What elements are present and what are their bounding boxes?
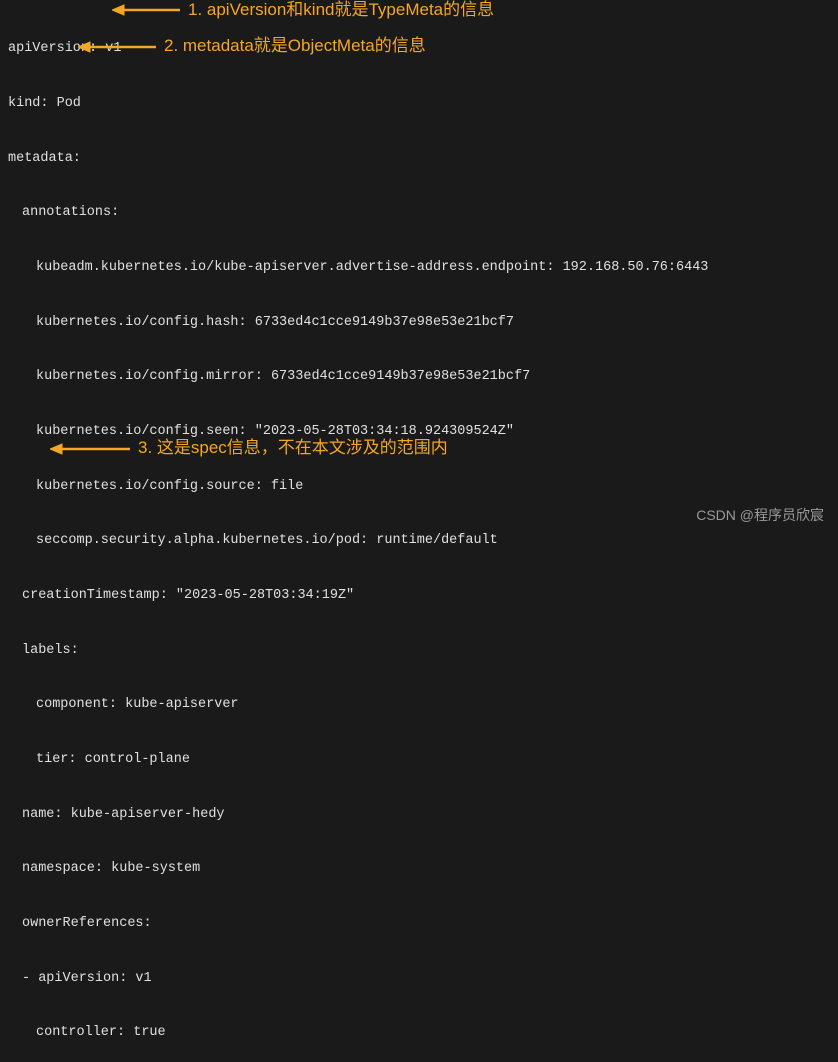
yaml-text: ownerReferences: <box>22 916 152 931</box>
yaml-line: namespace: kube-system <box>8 860 838 878</box>
yaml-text: - apiVersion: v1 <box>22 971 152 986</box>
yaml-code-block: apiVersion: v1 kind: Pod metadata: annot… <box>8 4 838 1062</box>
yaml-text: seccomp.security.alpha.kubernetes.io/pod… <box>36 533 498 548</box>
yaml-text: tier: control-plane <box>36 752 190 767</box>
yaml-line: kubernetes.io/config.source: file <box>8 478 838 496</box>
yaml-line: labels: <box>8 642 838 660</box>
yaml-line: creationTimestamp: "2023-05-28T03:34:19Z… <box>8 587 838 605</box>
yaml-text: annotations: <box>22 205 119 220</box>
yaml-line: component: kube-apiserver <box>8 696 838 714</box>
yaml-text: kind: Pod <box>8 96 81 111</box>
arrow-icon <box>50 442 130 456</box>
yaml-line: metadata: <box>8 150 838 168</box>
yaml-line: kubeadm.kubernetes.io/kube-apiserver.adv… <box>8 259 838 277</box>
yaml-line: kubernetes.io/config.mirror: 6733ed4c1cc… <box>8 368 838 386</box>
watermark-text: CSDN @程序员欣宸 <box>696 506 824 525</box>
annotation-spec: 3. 这是spec信息，不在本文涉及的范围内 <box>138 437 448 460</box>
yaml-line: annotations: <box>8 204 838 222</box>
arrow-icon <box>78 40 156 54</box>
yaml-line: name: kube-apiserver-hedy <box>8 806 838 824</box>
yaml-text: kubernetes.io/config.hash: 6733ed4c1cce9… <box>36 315 514 330</box>
yaml-text: labels: <box>22 643 79 658</box>
yaml-line: kind: Pod <box>8 95 838 113</box>
yaml-line: controller: true <box>8 1024 838 1042</box>
yaml-line: tier: control-plane <box>8 751 838 769</box>
yaml-line: ownerReferences: <box>8 915 838 933</box>
yaml-text: kubeadm.kubernetes.io/kube-apiserver.adv… <box>36 260 708 275</box>
yaml-text: component: kube-apiserver <box>36 697 239 712</box>
yaml-line: kubernetes.io/config.hash: 6733ed4c1cce9… <box>8 314 838 332</box>
yaml-text: creationTimestamp: "2023-05-28T03:34:19Z… <box>22 588 354 603</box>
yaml-text: metadata: <box>8 151 81 166</box>
yaml-line: seccomp.security.alpha.kubernetes.io/pod… <box>8 532 838 550</box>
annotation-objectmeta: 2. metadata就是ObjectMeta的信息 <box>164 35 426 58</box>
yaml-text: namespace: kube-system <box>22 861 200 876</box>
yaml-text: kubernetes.io/config.source: file <box>36 479 303 494</box>
arrow-icon <box>112 3 180 17</box>
yaml-line: - apiVersion: v1 <box>8 970 838 988</box>
annotation-typemeta: 1. apiVersion和kind就是TypeMeta的信息 <box>188 0 494 22</box>
yaml-text: controller: true <box>36 1025 166 1040</box>
yaml-text: name: kube-apiserver-hedy <box>22 807 225 822</box>
yaml-text: kubernetes.io/config.mirror: 6733ed4c1cc… <box>36 369 530 384</box>
